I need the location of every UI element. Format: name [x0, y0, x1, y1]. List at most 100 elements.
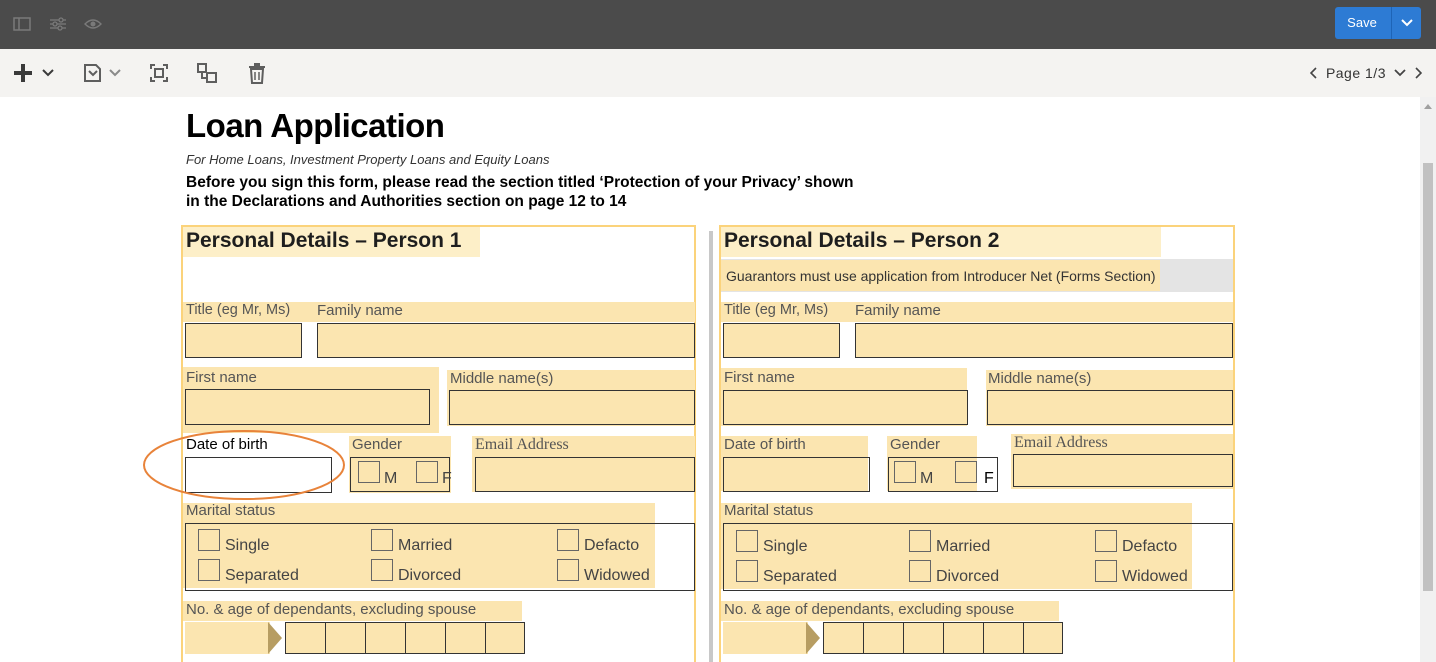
person2-dob-input[interactable] — [723, 457, 870, 492]
person2-email-input[interactable] — [1013, 454, 1233, 487]
person1-widowed-checkbox[interactable] — [557, 559, 579, 581]
person1-email-input[interactable] — [475, 457, 695, 492]
person2-first-name-input[interactable] — [723, 390, 968, 425]
group-button[interactable] — [196, 61, 218, 85]
frame-select-icon — [150, 64, 168, 82]
person2-email-label: Email Address — [1014, 434, 1108, 451]
page-dropdown-icon[interactable] — [1394, 69, 1406, 77]
person2-title-label: Title (eg Mr, Ms) — [724, 302, 829, 318]
person1-dependants-arrow — [268, 622, 282, 654]
scroll-up-icon[interactable] — [1424, 103, 1432, 109]
person2-gender-m-label: M — [920, 470, 934, 487]
add-button[interactable] — [12, 61, 54, 85]
person1-gender-label: Gender — [352, 436, 403, 453]
person1-widowed-label: Widowed — [584, 567, 650, 584]
person1-age-divider — [485, 622, 486, 654]
dob-annotation-circle — [143, 430, 345, 500]
person1-title: Personal Details – Person 1 — [186, 229, 462, 252]
chevron-down-icon — [42, 69, 54, 77]
person2-age-divider — [863, 622, 864, 654]
person2-dob-label: Date of birth — [724, 436, 806, 453]
person2-gender-f-checkbox[interactable] — [955, 461, 977, 483]
person2-separated-checkbox[interactable] — [736, 560, 758, 582]
save-button[interactable]: Save — [1335, 7, 1421, 39]
person2-single-label: Single — [763, 538, 808, 555]
save-dropdown-chevron-icon[interactable] — [1392, 7, 1421, 39]
person2-age-divider — [1023, 622, 1024, 654]
person2-gender-m-checkbox[interactable] — [894, 461, 916, 483]
person2-widowed-checkbox[interactable] — [1095, 560, 1117, 582]
person1-divorced-checkbox[interactable] — [371, 559, 393, 581]
person1-email-label: Email Address — [475, 436, 569, 453]
person1-age-divider — [365, 622, 366, 654]
plus-icon — [14, 64, 32, 82]
vertical-scrollbar[interactable] — [1420, 97, 1436, 662]
person1-gender-f-label: F — [442, 470, 452, 487]
person1-single-label: Single — [225, 537, 270, 554]
person2-family-name-label: Family name — [855, 302, 941, 319]
chevron-down-icon — [109, 69, 121, 77]
sidebar-toggle-icon[interactable] — [12, 14, 32, 34]
trash-icon — [249, 63, 265, 84]
person2-married-checkbox[interactable] — [909, 530, 931, 552]
person1-dependants-count-input[interactable] — [185, 622, 270, 654]
person1-married-label: Married — [398, 537, 453, 554]
person2-middle-name-label: Middle name(s) — [988, 370, 1092, 387]
person2-widowed-label: Widowed — [1122, 568, 1188, 585]
person2-divorced-checkbox[interactable] — [909, 560, 931, 582]
privacy-notice: Before you sign this form, please read t… — [186, 173, 854, 211]
save-label[interactable]: Save — [1335, 7, 1389, 39]
person2-title-input[interactable] — [723, 323, 840, 358]
person1-age-divider — [325, 622, 326, 654]
person2-family-name-input[interactable] — [855, 323, 1233, 358]
person2-title: Personal Details – Person 2 — [724, 229, 1000, 252]
preview-eye-icon[interactable] — [83, 14, 103, 34]
prev-page-icon[interactable] — [1309, 67, 1318, 79]
person1-separated-checkbox[interactable] — [198, 559, 220, 581]
person1-family-name-label: Family name — [317, 302, 403, 319]
person1-age-divider — [445, 622, 446, 654]
panel-divider — [709, 231, 713, 662]
person1-marital-label: Marital status — [186, 502, 276, 519]
person1-title-label: Title (eg Mr, Ms) — [186, 302, 291, 318]
next-page-icon[interactable] — [1414, 67, 1422, 79]
person2-separated-label: Separated — [763, 568, 837, 585]
person1-defacto-checkbox[interactable] — [557, 529, 579, 551]
person1-dependants-label: No. & age of dependants, excluding spous… — [186, 601, 477, 618]
replace-button[interactable] — [81, 61, 121, 85]
person2-single-checkbox[interactable] — [736, 530, 758, 552]
page-label: Page 1/3 — [1325, 65, 1386, 81]
person2-dependants-count-input[interactable] — [723, 622, 808, 654]
person2-defacto-label: Defacto — [1122, 538, 1178, 555]
settings-sliders-icon[interactable] — [48, 14, 68, 34]
person1-gender-f-checkbox[interactable] — [416, 461, 438, 483]
person2-age-divider — [983, 622, 984, 654]
person2-divorced-label: Divorced — [936, 568, 1000, 585]
person2-defacto-checkbox[interactable] — [1095, 530, 1117, 552]
document-title: Loan Application — [186, 107, 445, 144]
edit-toolbar: Page 1/3 — [0, 49, 1436, 97]
person1-defacto-label: Defacto — [584, 537, 640, 554]
privacy-notice-line2: in the Declarations and Authorities sect… — [186, 193, 627, 210]
person1-middle-name-input[interactable] — [449, 390, 695, 425]
person2-married-label: Married — [936, 538, 991, 555]
person1-divorced-label: Divorced — [398, 567, 462, 584]
person1-single-checkbox[interactable] — [198, 529, 220, 551]
person1-family-name-input[interactable] — [317, 323, 695, 358]
scrollbar-thumb[interactable] — [1423, 163, 1433, 591]
person2-gender-f-label: F — [984, 470, 994, 487]
person1-separated-label: Separated — [225, 567, 299, 584]
person1-gender-m-checkbox[interactable] — [358, 461, 380, 483]
person1-married-checkbox[interactable] — [371, 529, 393, 551]
person1-title-input[interactable] — [185, 323, 302, 358]
person2-age-divider — [903, 622, 904, 654]
document-subtitle: For Home Loans, Investment Property Loan… — [186, 152, 550, 167]
page-navigator: Page 1/3 — [1309, 62, 1422, 84]
person2-middle-name-input[interactable] — [987, 390, 1233, 425]
delete-button[interactable] — [246, 61, 268, 85]
privacy-notice-line1: Before you sign this form, please read t… — [186, 174, 854, 191]
select-frame-button[interactable] — [148, 61, 170, 85]
person1-age-divider — [405, 622, 406, 654]
person2-gender-label: Gender — [890, 436, 941, 453]
person1-first-name-input[interactable] — [185, 389, 430, 425]
